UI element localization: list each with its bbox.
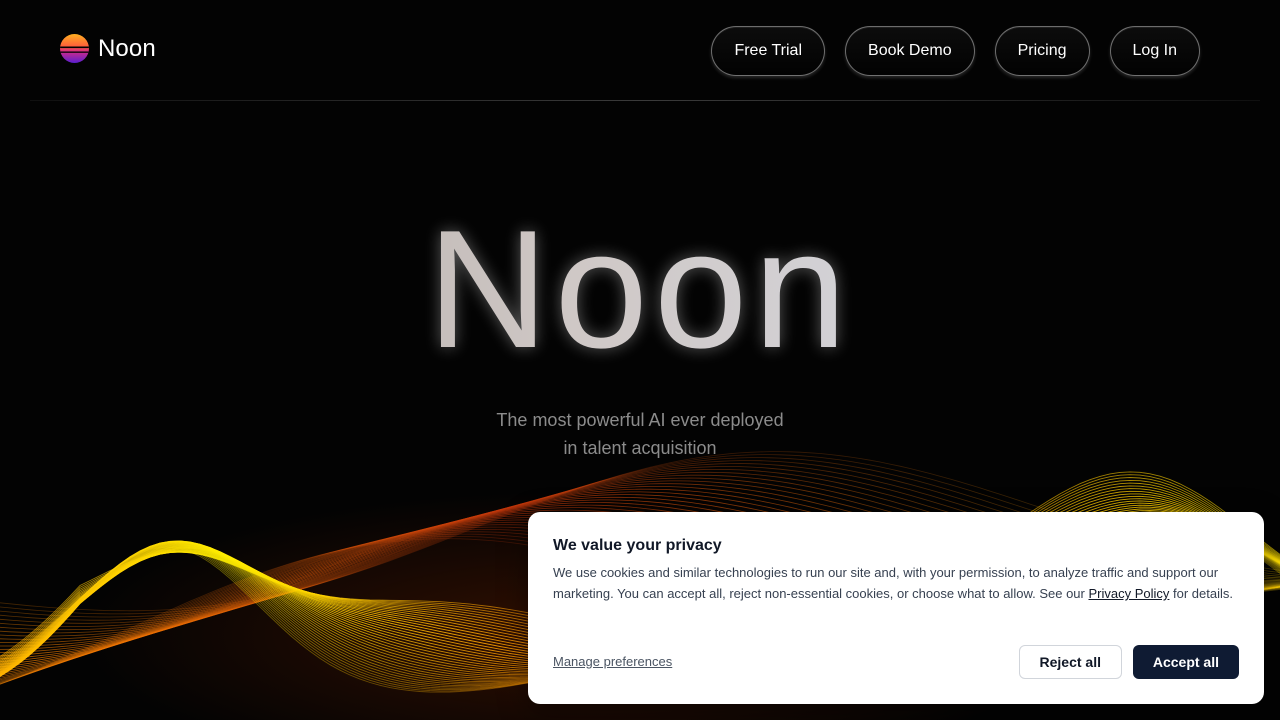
brand-name: Noon [98, 34, 156, 62]
hero-subtitle: The most powerful AI ever deployed in ta… [0, 406, 1280, 462]
pricing-button[interactable]: Pricing [994, 26, 1090, 76]
free-trial-button[interactable]: Free Trial [711, 26, 826, 76]
cookie-banner-title: We value your privacy [553, 537, 722, 554]
cookie-actions: Manage preferences Reject all Accept all [553, 645, 1239, 679]
top-nav: Free Trial Book Demo Pricing Log In [711, 26, 1200, 76]
brand-logo[interactable]: Noon [60, 34, 156, 63]
accept-all-button[interactable]: Accept all [1132, 645, 1239, 679]
privacy-policy-link[interactable]: Privacy Policy [1088, 586, 1169, 601]
site-header: Noon Free Trial Book Demo Pricing Log In [0, 0, 1280, 101]
cookie-text-end: for details. [1169, 586, 1233, 601]
hero-subtitle-line-1: The most powerful AI ever deployed [496, 410, 784, 430]
cookie-banner-text: We use cookies and similar technologies … [553, 562, 1235, 604]
header-divider [30, 100, 1260, 101]
sunset-logo-icon [60, 34, 89, 63]
hero-title: Noon [0, 205, 1280, 373]
book-demo-button[interactable]: Book Demo [845, 26, 975, 76]
hero-subtitle-line-2: in talent acquisition [563, 438, 717, 458]
log-in-button[interactable]: Log In [1109, 26, 1200, 76]
cookie-consent-banner: We value your privacy We use cookies and… [528, 512, 1264, 704]
manage-preferences-link[interactable]: Manage preferences [553, 654, 672, 669]
reject-all-button[interactable]: Reject all [1018, 645, 1122, 679]
